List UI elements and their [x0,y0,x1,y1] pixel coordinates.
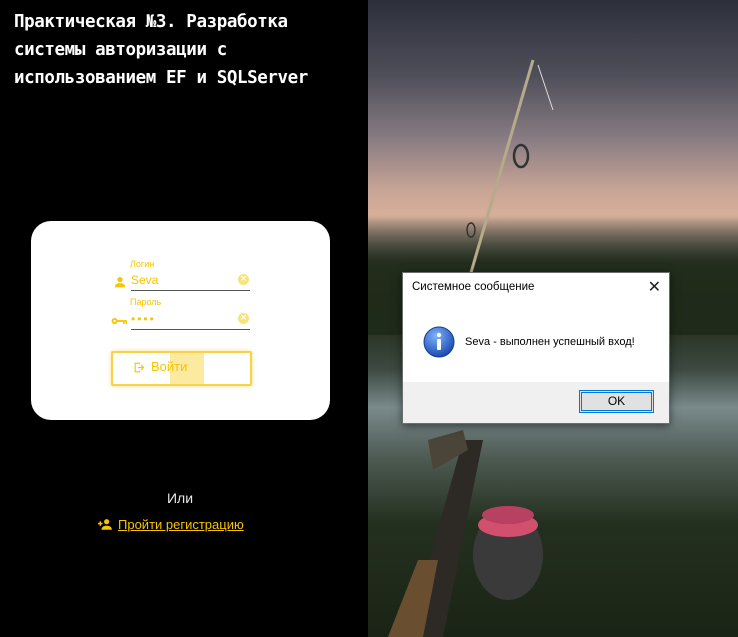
left-panel: Практическая №3. Разработка системы авто… [0,0,368,637]
password-field[interactable] [131,309,250,330]
login-label: Логин [130,259,155,269]
system-message-dialog: Системное сообщение ✕ Seva - выполнен ус… [402,272,670,424]
key-icon [111,317,128,325]
info-icon [423,326,455,358]
password-label: Пароль [130,297,162,307]
close-icon[interactable]: ✕ [648,277,661,296]
login-button[interactable]: Войти [111,351,252,386]
register-link[interactable]: Пройти регистрацию [118,517,244,532]
person-add-icon [98,519,112,530]
or-text: Или [166,490,194,506]
dialog-footer: OK [403,382,669,423]
login-card: Логин × Пароль × Войти [31,221,330,420]
login-field[interactable] [131,270,250,291]
ok-button[interactable]: OK [579,390,654,413]
password-clear-icon[interactable]: × [238,313,249,324]
login-icon [134,362,145,373]
dialog-title: Системное сообщение [412,281,535,293]
page-title: Практическая №3. Разработка системы авто… [14,12,308,88]
person-icon [114,277,126,288]
dialog-message: Seva - выполнен успешный вход! [465,336,635,348]
login-button-label: Войти [151,359,188,374]
login-clear-icon[interactable]: × [238,274,249,285]
